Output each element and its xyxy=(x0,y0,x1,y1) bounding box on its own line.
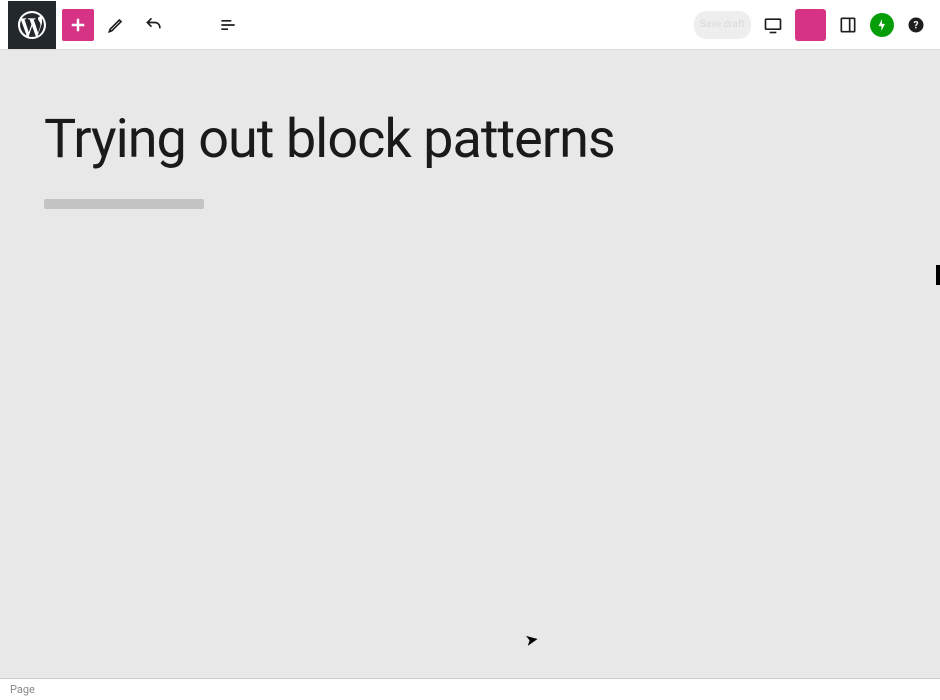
scrollbar-hint xyxy=(936,265,940,285)
pencil-icon xyxy=(106,15,126,35)
post-content: Trying out block patterns xyxy=(4,90,936,229)
save-draft-button[interactable]: Save draft xyxy=(694,11,751,39)
editor-footer: Page xyxy=(0,678,940,700)
sidebar-icon xyxy=(838,15,858,35)
undo-icon xyxy=(144,15,164,35)
details-button[interactable] xyxy=(212,9,244,41)
editor-toolbar: Save draft Publish ? xyxy=(0,0,940,50)
save-draft-label: Save draft xyxy=(700,19,745,30)
undo-button[interactable] xyxy=(138,9,170,41)
plus-icon xyxy=(68,15,88,35)
jetpack-button[interactable] xyxy=(870,13,894,37)
jetpack-icon xyxy=(875,18,889,32)
toolbar-right: Save draft Publish ? xyxy=(694,9,932,41)
wordpress-logo[interactable] xyxy=(8,1,56,49)
post-title-input[interactable]: Trying out block patterns xyxy=(44,110,896,169)
block-inserter-button[interactable] xyxy=(62,9,94,41)
footer-status: Page xyxy=(10,683,35,696)
empty-paragraph-block[interactable] xyxy=(44,199,204,209)
settings-button[interactable] xyxy=(832,9,864,41)
help-button[interactable]: ? xyxy=(900,9,932,41)
editor-canvas[interactable]: Trying out block patterns ➤ xyxy=(0,50,940,678)
svg-text:?: ? xyxy=(914,20,919,31)
help-icon: ? xyxy=(906,15,926,35)
publish-button[interactable]: Publish xyxy=(795,9,826,41)
mouse-cursor-icon: ➤ xyxy=(523,629,540,650)
preview-button[interactable] xyxy=(757,9,789,41)
list-icon xyxy=(218,15,238,35)
wordpress-icon xyxy=(18,11,46,39)
tools-button[interactable] xyxy=(100,9,132,41)
toolbar-left xyxy=(8,1,244,49)
desktop-icon xyxy=(763,15,783,35)
